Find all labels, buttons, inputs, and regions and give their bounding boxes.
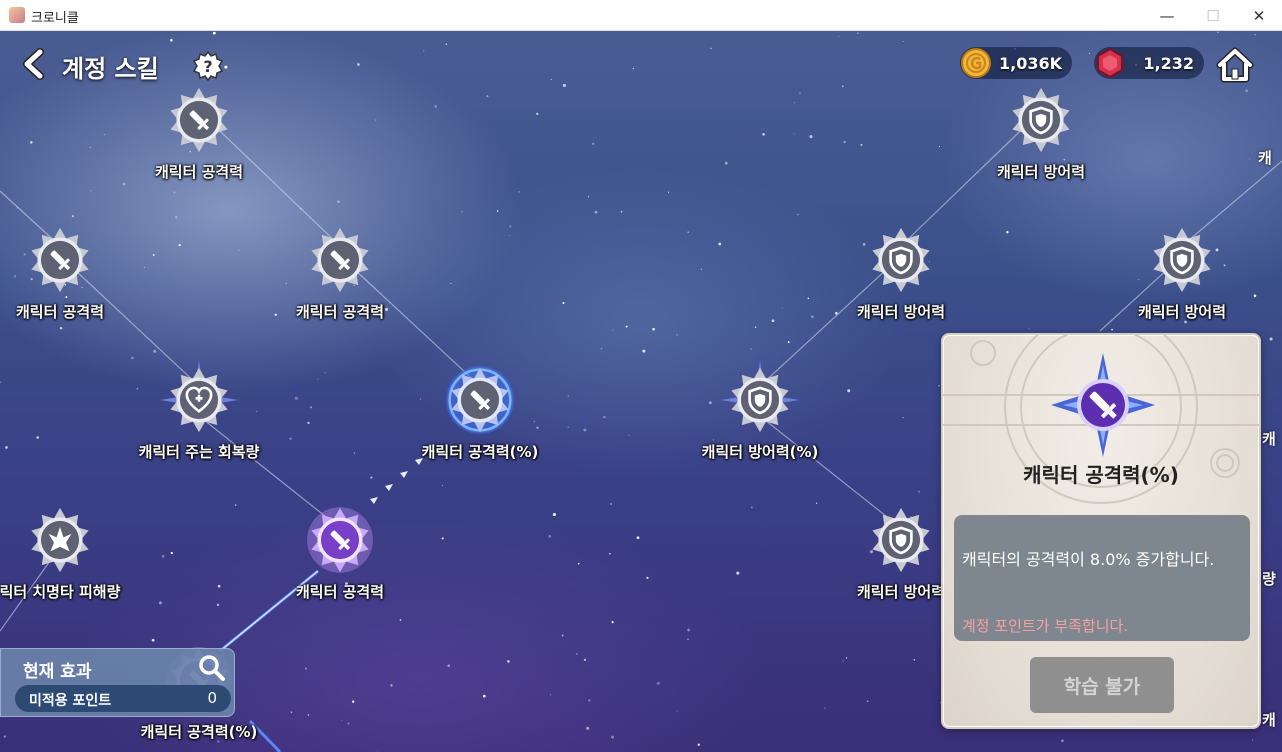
learn-button[interactable]: 학습 불가 xyxy=(1030,657,1174,713)
skill-node[interactable]: 캐릭터 공격력 xyxy=(255,501,425,601)
unapplied-points-value: 0 xyxy=(207,689,217,707)
skill-node-label: 캐릭터 방어력 xyxy=(1137,303,1227,321)
unapplied-points-label: 미적용 포인트 xyxy=(29,693,112,709)
svg-text:?: ? xyxy=(203,57,212,76)
skill-node[interactable]: 릭터 치명타 피해량 xyxy=(0,501,145,601)
gem-amount: 1,232 xyxy=(1143,54,1194,73)
skill-node-label: 캐릭터 방어력 xyxy=(996,163,1086,181)
window-title: 크로니클 xyxy=(31,11,79,26)
skill-node-label: 캐릭터 공격력 xyxy=(154,163,244,181)
detail-title: 캐릭터 공격력(%) xyxy=(1023,463,1179,487)
help-icon[interactable]: ? xyxy=(193,51,223,81)
detail-sword-icon xyxy=(1051,353,1155,457)
shield-icon xyxy=(1012,87,1070,153)
shield-icon xyxy=(872,227,930,293)
search-icon[interactable] xyxy=(198,654,226,682)
current-effect-panel[interactable]: 현재 효과 미적용 포인트 0 xyxy=(0,648,235,717)
skill-node[interactable]: 캐릭터 공격력(%) xyxy=(395,361,565,461)
skill-node-label: 캐릭터 공격력 xyxy=(15,303,105,321)
detail-description: 캐릭터의 공격력이 8.0% 증가합니다. xyxy=(962,550,1215,569)
skill-node-label: 캐릭터 공격력 xyxy=(295,303,385,321)
skill-node[interactable]: 캐릭터 방어력 xyxy=(956,81,1126,181)
red-gem-icon xyxy=(1097,47,1123,79)
game-viewport: 캐릭터 공격력 캐릭터 방어력 캐릭터 공격력 캐릭터 공격력 캐릭터 방어력 캐릭터 방… xyxy=(0,31,1282,752)
skill-node-label: 캐릭터 방어력 xyxy=(856,303,946,321)
gold-counter: 1,036K xyxy=(960,47,1072,79)
skill-node-label: 캐릭터 공격력 xyxy=(295,583,385,601)
edge-label-right-bottom: 캐 xyxy=(1262,711,1276,729)
sword-icon xyxy=(170,87,228,153)
skill-node-label: 캐릭터 주는 회복량 xyxy=(138,443,260,461)
skill-node[interactable]: 캐릭터 공격력 xyxy=(255,221,425,321)
unapplied-points-row: 미적용 포인트 0 xyxy=(15,685,231,712)
effect-title: 현재 효과 xyxy=(23,662,92,682)
sword-icon xyxy=(31,227,89,293)
page-title: 계정 스킬 xyxy=(62,55,159,83)
edge-label-right-low: 량 xyxy=(1262,570,1276,588)
close-button[interactable]: ✕ xyxy=(1236,0,1282,31)
skill-node[interactable]: 캐릭터 방어력 xyxy=(816,221,986,321)
minimize-button[interactable]: — xyxy=(1144,0,1190,31)
edge-label-right-top: 캐 xyxy=(1258,149,1272,167)
back-arrow-icon[interactable] xyxy=(18,47,52,81)
detail-description-box: 캐릭터의 공격력이 8.0% 증가합니다. 계정 포인트가 부족합니다. xyxy=(954,515,1250,641)
skill-detail-panel: 캐릭터 공격력(%) 캐릭터의 공격력이 8.0% 증가합니다. 계정 포인트가… xyxy=(941,333,1261,729)
home-icon[interactable] xyxy=(1216,47,1254,83)
app-icon xyxy=(9,7,25,23)
edge-label-right-mid: 캐 xyxy=(1262,430,1276,448)
skill-node[interactable]: 캐릭터 방어력 xyxy=(1097,221,1267,321)
skill-node[interactable]: 캐릭터 공격력 xyxy=(114,81,284,181)
gem-counter: 1,232 xyxy=(1094,47,1204,79)
sword-icon xyxy=(307,507,373,573)
shield-icon xyxy=(872,507,930,573)
skill-node-label: 캐릭터 공격력(%) xyxy=(421,443,539,461)
maximize-button[interactable]: ☐ xyxy=(1190,0,1236,31)
shield-icon xyxy=(721,361,799,433)
skill-node-label: 캐릭터 방어력(%) xyxy=(701,443,819,461)
skill-node[interactable]: 캐릭터 방어력(%) xyxy=(675,361,845,461)
skill-node[interactable]: 캐릭터 공격력 xyxy=(0,221,145,321)
heart-icon xyxy=(160,361,238,433)
sword-icon xyxy=(446,366,514,434)
skill-node[interactable]: 캐릭터 주는 회복량 xyxy=(114,361,284,461)
detail-warning: 계정 포인트가 부족합니다. xyxy=(962,617,1129,635)
shield-icon xyxy=(1153,227,1211,293)
critical-icon xyxy=(31,507,89,573)
gold-coin-icon xyxy=(961,48,991,78)
window-titlebar: 크로니클 — ☐ ✕ xyxy=(0,0,1282,31)
skill-node-label: 릭터 치명타 피해량 xyxy=(0,583,121,601)
gold-amount: 1,036K xyxy=(998,54,1062,73)
skill-node-label: 캐릭터 공격력(%) xyxy=(140,723,258,741)
sword-icon xyxy=(311,227,369,293)
